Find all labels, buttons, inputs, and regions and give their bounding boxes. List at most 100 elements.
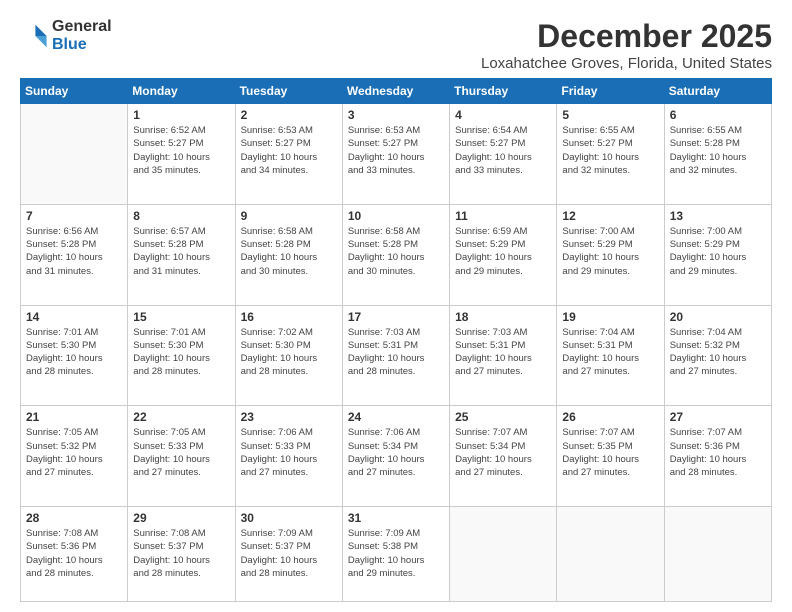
day-info: Sunrise: 7:06 AM Sunset: 5:34 PM Dayligh… <box>348 426 444 479</box>
calendar-header-monday: Monday <box>128 79 235 104</box>
day-info: Sunrise: 7:01 AM Sunset: 5:30 PM Dayligh… <box>133 326 229 379</box>
day-number: 3 <box>348 108 444 122</box>
calendar-cell: 24 Sunrise: 7:06 AM Sunset: 5:34 PM Dayli… <box>342 406 449 507</box>
calendar-cell: 20 Sunrise: 7:04 AM Sunset: 5:32 PM Dayli… <box>664 305 771 406</box>
day-number: 17 <box>348 310 444 324</box>
calendar-cell: 8 Sunrise: 6:57 AM Sunset: 5:28 PM Daylig… <box>128 204 235 305</box>
logo: General Blue <box>20 18 112 54</box>
day-info: Sunrise: 7:09 AM Sunset: 5:37 PM Dayligh… <box>241 527 337 580</box>
calendar-cell: 7 Sunrise: 6:56 AM Sunset: 5:28 PM Daylig… <box>21 204 128 305</box>
day-info: Sunrise: 7:05 AM Sunset: 5:32 PM Dayligh… <box>26 426 122 479</box>
calendar-cell: 31 Sunrise: 7:09 AM Sunset: 5:38 PM Dayli… <box>342 507 449 602</box>
calendar-cell <box>557 507 664 602</box>
day-info: Sunrise: 7:00 AM Sunset: 5:29 PM Dayligh… <box>562 225 658 278</box>
calendar-header-wednesday: Wednesday <box>342 79 449 104</box>
day-info: Sunrise: 7:00 AM Sunset: 5:29 PM Dayligh… <box>670 225 766 278</box>
day-info: Sunrise: 7:01 AM Sunset: 5:30 PM Dayligh… <box>26 326 122 379</box>
calendar-week-0: 1Sunrise: 6:52 AM Sunset: 5:27 PM Daylig… <box>21 104 772 205</box>
day-number: 10 <box>348 209 444 223</box>
day-info: Sunrise: 7:08 AM Sunset: 5:37 PM Dayligh… <box>133 527 229 580</box>
calendar-header-tuesday: Tuesday <box>235 79 342 104</box>
day-number: 18 <box>455 310 551 324</box>
calendar-week-3: 21 Sunrise: 7:05 AM Sunset: 5:32 PM Dayli… <box>21 406 772 507</box>
calendar-cell: 3Sunrise: 6:53 AM Sunset: 5:27 PM Daylig… <box>342 104 449 205</box>
calendar-week-4: 28 Sunrise: 7:08 AM Sunset: 5:36 PM Dayli… <box>21 507 772 602</box>
calendar-header-row: SundayMondayTuesdayWednesdayThursdayFrid… <box>21 79 772 104</box>
day-info: Sunrise: 7:09 AM Sunset: 5:38 PM Dayligh… <box>348 527 444 580</box>
day-number: 6 <box>670 108 766 122</box>
day-number: 8 <box>133 209 229 223</box>
calendar-week-1: 7 Sunrise: 6:56 AM Sunset: 5:28 PM Daylig… <box>21 204 772 305</box>
day-info: Sunrise: 6:58 AM Sunset: 5:28 PM Dayligh… <box>348 225 444 278</box>
calendar-cell: 17 Sunrise: 7:03 AM Sunset: 5:31 PM Dayli… <box>342 305 449 406</box>
day-number: 12 <box>562 209 658 223</box>
calendar-cell <box>664 507 771 602</box>
calendar-cell: 19 Sunrise: 7:04 AM Sunset: 5:31 PM Dayli… <box>557 305 664 406</box>
logo-icon <box>20 22 48 50</box>
main-title: December 2025 <box>481 18 772 55</box>
day-info: Sunrise: 7:03 AM Sunset: 5:31 PM Dayligh… <box>455 326 551 379</box>
day-info: Sunrise: 7:07 AM Sunset: 5:36 PM Dayligh… <box>670 426 766 479</box>
day-number: 14 <box>26 310 122 324</box>
day-number: 19 <box>562 310 658 324</box>
calendar-cell: 25Sunrise: 7:07 AM Sunset: 5:34 PM Dayli… <box>450 406 557 507</box>
day-number: 20 <box>670 310 766 324</box>
day-info: Sunrise: 6:56 AM Sunset: 5:28 PM Dayligh… <box>26 225 122 278</box>
day-info: Sunrise: 6:55 AM Sunset: 5:27 PM Dayligh… <box>562 124 658 177</box>
day-info: Sunrise: 7:02 AM Sunset: 5:30 PM Dayligh… <box>241 326 337 379</box>
calendar-header-saturday: Saturday <box>664 79 771 104</box>
calendar-cell: 9Sunrise: 6:58 AM Sunset: 5:28 PM Daylig… <box>235 204 342 305</box>
day-number: 28 <box>26 511 122 525</box>
calendar-header-sunday: Sunday <box>21 79 128 104</box>
day-number: 11 <box>455 209 551 223</box>
day-number: 30 <box>241 511 337 525</box>
calendar-cell: 21 Sunrise: 7:05 AM Sunset: 5:32 PM Dayli… <box>21 406 128 507</box>
day-number: 16 <box>241 310 337 324</box>
day-info: Sunrise: 7:03 AM Sunset: 5:31 PM Dayligh… <box>348 326 444 379</box>
day-info: Sunrise: 7:04 AM Sunset: 5:31 PM Dayligh… <box>562 326 658 379</box>
calendar-cell: 5 Sunrise: 6:55 AM Sunset: 5:27 PM Daylig… <box>557 104 664 205</box>
calendar-cell: 27 Sunrise: 7:07 AM Sunset: 5:36 PM Dayli… <box>664 406 771 507</box>
calendar-cell: 22Sunrise: 7:05 AM Sunset: 5:33 PM Dayli… <box>128 406 235 507</box>
calendar-cell: 16 Sunrise: 7:02 AM Sunset: 5:30 PM Dayli… <box>235 305 342 406</box>
calendar-cell: 30 Sunrise: 7:09 AM Sunset: 5:37 PM Dayli… <box>235 507 342 602</box>
calendar-table: SundayMondayTuesdayWednesdayThursdayFrid… <box>20 78 772 602</box>
day-number: 27 <box>670 410 766 424</box>
calendar-cell <box>21 104 128 205</box>
day-number: 21 <box>26 410 122 424</box>
subtitle: Loxahatchee Groves, Florida, United Stat… <box>481 55 772 72</box>
calendar-cell: 14 Sunrise: 7:01 AM Sunset: 5:30 PM Dayli… <box>21 305 128 406</box>
calendar-cell: 13 Sunrise: 7:00 AM Sunset: 5:29 PM Dayli… <box>664 204 771 305</box>
day-info: Sunrise: 6:55 AM Sunset: 5:28 PM Dayligh… <box>670 124 766 177</box>
day-info: Sunrise: 7:04 AM Sunset: 5:32 PM Dayligh… <box>670 326 766 379</box>
calendar-cell: 10 Sunrise: 6:58 AM Sunset: 5:28 PM Dayli… <box>342 204 449 305</box>
day-info: Sunrise: 7:08 AM Sunset: 5:36 PM Dayligh… <box>26 527 122 580</box>
day-number: 24 <box>348 410 444 424</box>
calendar-cell: 26Sunrise: 7:07 AM Sunset: 5:35 PM Dayli… <box>557 406 664 507</box>
day-number: 31 <box>348 511 444 525</box>
calendar-header-thursday: Thursday <box>450 79 557 104</box>
page: General Blue December 2025 Loxahatchee G… <box>0 0 792 612</box>
header: General Blue December 2025 Loxahatchee G… <box>20 18 772 72</box>
calendar-header-friday: Friday <box>557 79 664 104</box>
day-info: Sunrise: 7:05 AM Sunset: 5:33 PM Dayligh… <box>133 426 229 479</box>
day-info: Sunrise: 6:57 AM Sunset: 5:28 PM Dayligh… <box>133 225 229 278</box>
day-number: 25 <box>455 410 551 424</box>
calendar-cell: 6 Sunrise: 6:55 AM Sunset: 5:28 PM Daylig… <box>664 104 771 205</box>
day-number: 5 <box>562 108 658 122</box>
day-number: 23 <box>241 410 337 424</box>
day-info: Sunrise: 6:53 AM Sunset: 5:27 PM Dayligh… <box>241 124 337 177</box>
calendar-cell: 29Sunrise: 7:08 AM Sunset: 5:37 PM Dayli… <box>128 507 235 602</box>
day-info: Sunrise: 7:06 AM Sunset: 5:33 PM Dayligh… <box>241 426 337 479</box>
day-number: 9 <box>241 209 337 223</box>
day-number: 4 <box>455 108 551 122</box>
day-info: Sunrise: 6:59 AM Sunset: 5:29 PM Dayligh… <box>455 225 551 278</box>
day-number: 7 <box>26 209 122 223</box>
day-number: 2 <box>241 108 337 122</box>
logo-text: General Blue <box>52 18 112 54</box>
day-info: Sunrise: 6:54 AM Sunset: 5:27 PM Dayligh… <box>455 124 551 177</box>
day-number: 13 <box>670 209 766 223</box>
day-number: 15 <box>133 310 229 324</box>
calendar-cell: 18 Sunrise: 7:03 AM Sunset: 5:31 PM Dayli… <box>450 305 557 406</box>
calendar-cell: 28 Sunrise: 7:08 AM Sunset: 5:36 PM Dayli… <box>21 507 128 602</box>
